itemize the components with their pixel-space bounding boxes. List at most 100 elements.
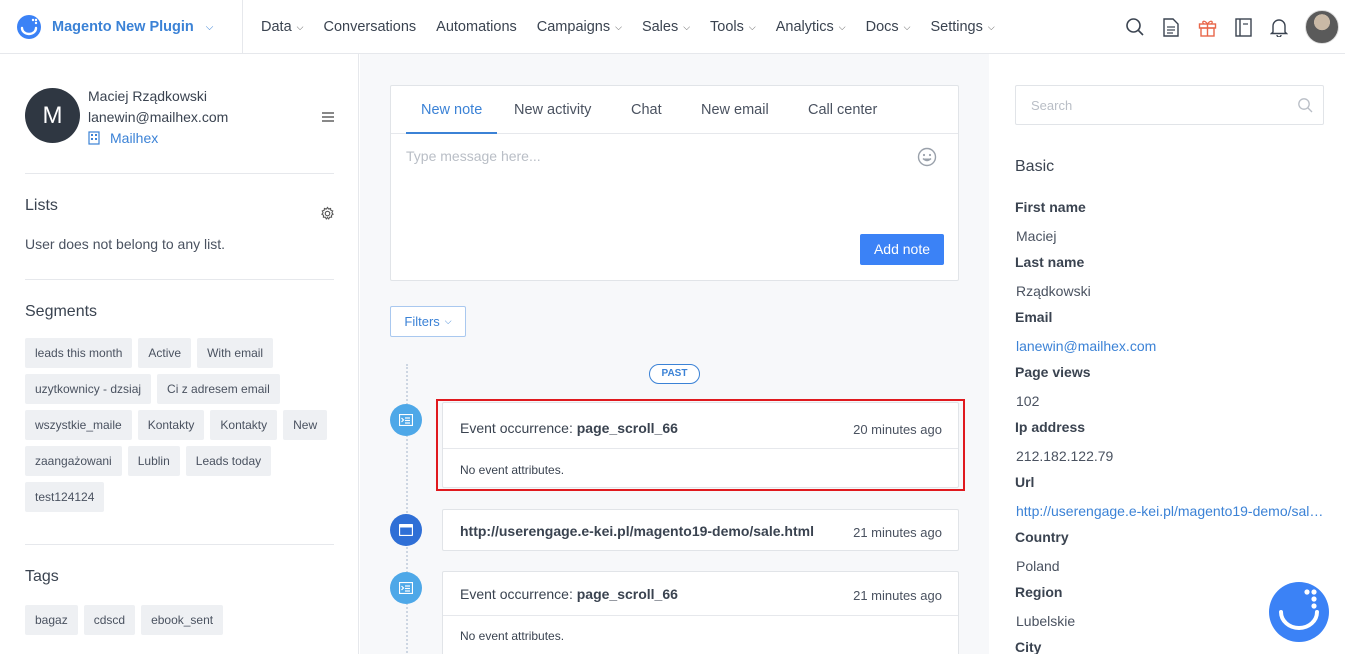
divider xyxy=(25,173,334,174)
tab-new-activity[interactable]: New activity xyxy=(514,86,591,134)
segments-title: Segments xyxy=(25,303,98,320)
search-input[interactable]: Search xyxy=(1015,85,1324,125)
nav-item-automations[interactable]: Automations xyxy=(436,19,517,35)
attribute-value[interactable]: http://userengage.e-kei.pl/magento19-dem… xyxy=(1016,503,1326,519)
tab-call-center[interactable]: Call center xyxy=(808,86,877,134)
segment-chip[interactable]: With email xyxy=(197,338,274,368)
attribute-label: Email xyxy=(1015,309,1053,325)
nav-label: Conversations xyxy=(323,19,417,35)
nav-label: Automations xyxy=(436,19,517,35)
event-icon xyxy=(390,572,422,604)
segment-chip[interactable]: Kontakty xyxy=(137,410,205,440)
search-icon xyxy=(1298,98,1313,113)
tab-new-email[interactable]: New email xyxy=(701,86,769,134)
attribute-label: Country xyxy=(1015,529,1069,545)
attribute-value: Maciej xyxy=(1016,228,1057,244)
filters-label: Filters xyxy=(404,314,440,329)
company-name: Mailhex xyxy=(110,130,159,146)
timeline-card[interactable]: Event occurrence: page_scroll_66 21 minu… xyxy=(442,571,959,654)
segment-chip[interactable]: Leads today xyxy=(185,446,272,476)
tag-chips: bagaz cdscd ebook_sent xyxy=(25,605,345,635)
attribute-label: City xyxy=(1015,639,1042,654)
chevron-down-icon: ⌵ xyxy=(748,21,756,32)
chevron-down-icon: ⌵ xyxy=(296,21,304,32)
segment-chip[interactable]: Lublin xyxy=(127,446,180,476)
segment-chip[interactable]: uzytkownicy - dzsiaj xyxy=(25,374,152,404)
event-name: http://userengage.e-kei.pl/magento19-dem… xyxy=(460,523,814,539)
nav-item-tools[interactable]: Tools ⌵ xyxy=(710,19,756,35)
nav-item-analytics[interactable]: Analytics ⌵ xyxy=(776,19,846,35)
event-name: page_scroll_66 xyxy=(576,586,678,602)
attribute-label: First name xyxy=(1015,199,1086,215)
hamburger-menu-icon[interactable] xyxy=(321,110,335,124)
app-switcher[interactable]: Magento New Plugin ⌵ xyxy=(0,0,243,54)
segment-chip[interactable]: leads this month xyxy=(25,338,133,368)
tag-chip[interactable]: ebook_sent xyxy=(141,605,224,635)
segment-chip[interactable]: New xyxy=(283,410,328,440)
event-prefix: Event occurrence: xyxy=(460,586,577,602)
nav-label: Campaigns xyxy=(536,19,611,35)
attribute-value[interactable]: lanewin@mailhex.com xyxy=(1016,338,1326,354)
tags-title: Tags xyxy=(25,568,59,585)
attribute-label: Last name xyxy=(1015,254,1085,270)
tab-chat[interactable]: Chat xyxy=(631,86,662,134)
event-icon xyxy=(390,404,422,436)
user-avatar[interactable] xyxy=(1305,10,1339,44)
app-logo-icon xyxy=(17,15,41,39)
segment-chip[interactable]: zaangażowani xyxy=(25,446,122,476)
message-input[interactable]: Type message here... xyxy=(406,148,541,164)
document-icon[interactable] xyxy=(1153,9,1189,45)
profile-company-link[interactable]: Mailhex xyxy=(88,130,158,146)
timeline-card[interactable]: http://userengage.e-kei.pl/magento19-dem… xyxy=(442,509,959,551)
segment-chip[interactable]: test124124 xyxy=(25,482,105,512)
contact-sidebar: M Maciej Rządkowski lanewin@mailhex.com … xyxy=(0,54,359,654)
nav-item-settings[interactable]: Settings ⌵ xyxy=(930,19,994,35)
tag-chip[interactable]: bagaz xyxy=(25,605,78,635)
segment-chip[interactable]: Active xyxy=(138,338,192,368)
search-icon[interactable] xyxy=(1117,9,1153,45)
lists-empty-text: User does not belong to any list. xyxy=(25,236,226,252)
app-name: Magento New Plugin xyxy=(52,19,194,35)
book-icon[interactable] xyxy=(1225,9,1261,45)
attribute-value: Rządkowski xyxy=(1016,283,1091,299)
chevron-down-icon: ⌵ xyxy=(444,316,452,326)
gear-icon[interactable] xyxy=(320,206,335,221)
segment-chip[interactable]: Ci z adresem email xyxy=(157,374,280,404)
attribute-value: Poland xyxy=(1016,558,1060,574)
divider xyxy=(25,279,334,280)
filters-button[interactable]: Filters ⌵ xyxy=(390,306,466,337)
nav-item-data[interactable]: Data ⌵ xyxy=(261,19,303,35)
top-icons xyxy=(1117,0,1345,54)
emoji-icon[interactable] xyxy=(917,147,937,167)
event-title: Event occurrence: page_scroll_66 xyxy=(460,586,678,602)
chevron-down-icon: ⌵ xyxy=(683,21,691,32)
segment-chip[interactable]: Kontakty xyxy=(210,410,278,440)
tab-new-note[interactable]: New note xyxy=(406,86,498,134)
nav-item-docs[interactable]: Docs ⌵ xyxy=(866,19,911,35)
event-time: 21 minutes ago xyxy=(853,525,942,540)
chat-widget-button[interactable] xyxy=(1269,582,1329,642)
attribute-value: 102 xyxy=(1016,393,1040,409)
card-divider xyxy=(443,615,958,616)
segment-chip[interactable]: wszystkie_maile xyxy=(25,410,132,440)
note-composer: New note New activity Chat New email Cal… xyxy=(390,85,959,281)
bell-icon[interactable] xyxy=(1261,9,1297,45)
tag-chip[interactable]: cdscd xyxy=(83,605,136,635)
lists-title: Lists xyxy=(25,197,58,214)
chevron-down-icon: ⌵ xyxy=(615,21,622,32)
main-nav: Data ⌵ Conversations Automations Campaigns ⌵ S… xyxy=(261,0,1015,54)
page-view-icon xyxy=(390,514,422,546)
event-time: 21 minutes ago xyxy=(853,588,942,603)
top-bar: Magento New Plugin ⌵ Data ⌵ Conversations A… xyxy=(0,0,1345,54)
nav-item-conversations[interactable]: Conversations xyxy=(323,19,416,35)
add-note-button[interactable]: Add note xyxy=(860,234,944,265)
profile-email: lanewin@mailhex.com xyxy=(88,109,229,125)
nav-item-campaigns[interactable]: Campaigns ⌵ xyxy=(537,19,622,35)
nav-item-sales[interactable]: Sales ⌵ xyxy=(642,19,690,35)
attribute-label: Url xyxy=(1015,474,1035,490)
attribute-label: Region xyxy=(1015,584,1063,600)
attribute-label: Page views xyxy=(1015,364,1091,380)
search-placeholder: Search xyxy=(1031,98,1073,113)
gift-icon[interactable] xyxy=(1189,9,1225,45)
divider xyxy=(25,544,334,545)
